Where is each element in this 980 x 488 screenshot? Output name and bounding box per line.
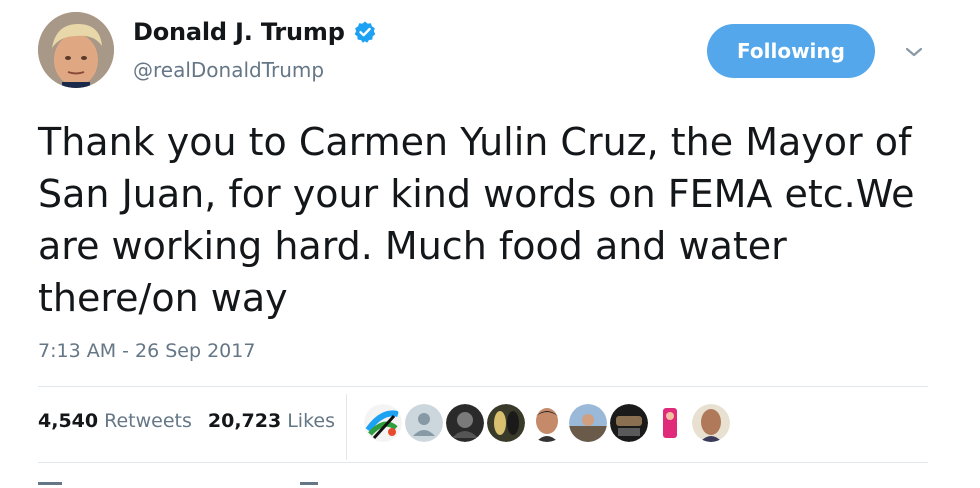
chevron-down-icon[interactable] — [904, 44, 924, 60]
likes-count: 20,723 — [207, 410, 282, 432]
retweets-label: Retweets — [104, 410, 192, 432]
reply-icon-partial[interactable] — [38, 482, 62, 485]
liker-avatar[interactable] — [569, 404, 607, 442]
divider — [38, 462, 928, 463]
default-avatar-icon[interactable] — [405, 404, 443, 442]
tweet-stats: 4,540 Retweets 20,723 Likes — [38, 410, 351, 432]
liker-avatar-image — [610, 404, 648, 442]
retweets-stat[interactable]: 4,540 Retweets — [38, 410, 192, 432]
liker-avatar[interactable] — [487, 404, 525, 442]
liker-avatar[interactable] — [446, 404, 484, 442]
likes-stat[interactable]: 20,723 Likes — [208, 410, 335, 432]
retweet-icon-partial[interactable] — [300, 482, 318, 485]
liker-avatar-image — [364, 404, 402, 442]
liker-avatar-image — [651, 404, 689, 442]
stats-separator — [346, 394, 347, 460]
author-display-name[interactable]: Donald J. Trump — [133, 18, 345, 46]
liker-avatar-image — [487, 404, 525, 442]
divider — [38, 386, 928, 387]
liker-avatar-image — [692, 404, 730, 442]
retweets-count: 4,540 — [38, 410, 99, 432]
author-name-row: Donald J. Trump — [133, 18, 377, 46]
liker-avatar[interactable] — [692, 404, 730, 442]
author-avatar[interactable] — [38, 12, 114, 88]
liker-avatar-image — [569, 404, 607, 442]
likes-label: Likes — [287, 410, 335, 432]
liker-avatar[interactable] — [610, 404, 648, 442]
tweet-timestamp[interactable]: 7:13 AM - 26 Sep 2017 — [38, 340, 255, 362]
verified-badge-icon — [354, 21, 376, 43]
profile-avatar — [38, 12, 114, 88]
following-button[interactable]: Following — [707, 24, 875, 78]
liker-avatar-image — [446, 404, 484, 442]
tweet-text: Thank you to Carmen Yulin Cruz, the Mayo… — [38, 120, 915, 320]
liker-avatar[interactable] — [651, 404, 689, 442]
liker-avatar[interactable] — [528, 404, 566, 442]
liker-avatar[interactable] — [364, 404, 402, 442]
likers-avatars — [364, 404, 730, 442]
author-handle[interactable]: @realDonaldTrump — [133, 58, 324, 82]
default-avatar-image — [405, 404, 443, 442]
liker-avatar-image — [528, 404, 566, 442]
